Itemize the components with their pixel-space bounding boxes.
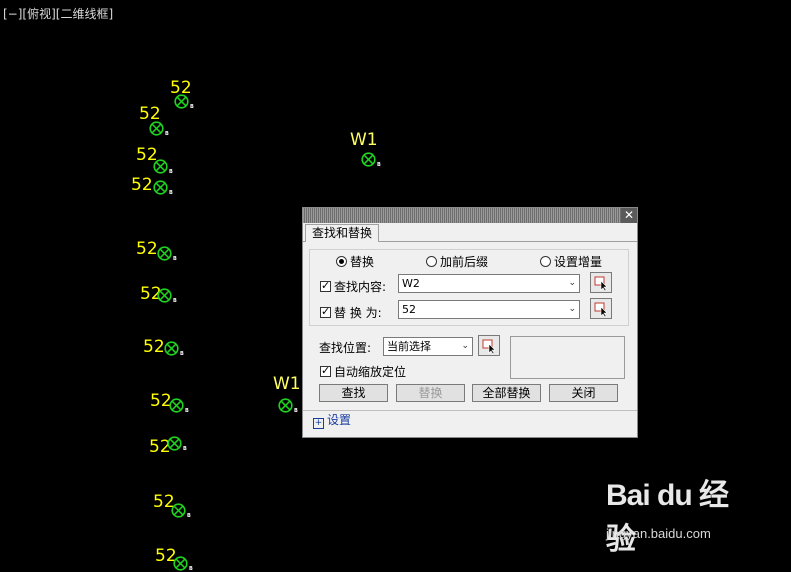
checkbox-icon	[320, 305, 331, 318]
replace-with-checkbox[interactable]: 替 换 为:	[320, 304, 382, 321]
lamp-sub-mark: B	[190, 104, 194, 110]
lamp-symbol-icon	[157, 288, 172, 303]
find-content-label: 查找内容:	[334, 280, 387, 294]
select-objects-button[interactable]	[478, 335, 500, 356]
checkbox-icon	[320, 279, 331, 292]
settings-expander[interactable]: + 设置	[303, 410, 637, 429]
lamp-sub-mark: B	[169, 169, 173, 175]
find-button[interactable]: 查找	[319, 384, 388, 402]
lamp-sub-mark: B	[173, 298, 177, 304]
replace-with-label: 替 换 为:	[334, 306, 382, 320]
chevron-down-icon[interactable]: ⌄	[568, 275, 576, 292]
find-content-checkbox[interactable]: 查找内容:	[320, 278, 386, 295]
replace-all-button[interactable]: 全部替换	[472, 384, 541, 402]
dialog-titlebar[interactable]: ✕	[303, 208, 637, 223]
radio-dot-icon	[336, 256, 347, 267]
chevron-down-icon[interactable]: ⌄	[568, 301, 576, 318]
radio-increment-label: 设置增量	[554, 255, 603, 269]
lamp-symbol-icon	[173, 556, 188, 571]
close-button[interactable]: 关闭	[549, 384, 618, 402]
lamp-symbol-icon	[167, 436, 182, 451]
lamp-sub-mark: B	[294, 408, 298, 414]
lamp-symbol-icon	[169, 398, 184, 413]
cad-text-52: 52	[136, 239, 158, 259]
lamp-sub-mark: B	[173, 256, 177, 262]
tab-row: 查找和替换	[303, 223, 637, 242]
radio-prefix-suffix[interactable]: 加前后缀	[426, 253, 488, 270]
baidu-jingyan-watermark: Bai du 经验 jingyan.baidu.com	[606, 470, 756, 556]
lamp-symbol-icon	[171, 503, 186, 518]
auto-zoom-label: 自动缩放定位	[334, 365, 407, 379]
lamp-sub-mark: B	[183, 446, 187, 452]
lamp-sub-mark: B	[187, 513, 191, 519]
location-value: 当前选择	[387, 340, 431, 353]
lamp-sub-mark: B	[377, 162, 381, 168]
lamp-symbol-icon	[157, 246, 172, 261]
radio-replace-label: 替换	[350, 255, 375, 269]
radio-prefix-suffix-label: 加前后缀	[440, 255, 489, 269]
lamp-symbol-icon	[361, 152, 376, 167]
location-select[interactable]: 当前选择 ⌄	[383, 337, 473, 356]
find-replace-dialog: ✕ 查找和替换 替换 加前后缀 设置增量 查找内容: W2 ⌄ 替 换 为: 5…	[302, 207, 638, 438]
tab-find-replace[interactable]: 查找和替换	[305, 224, 380, 242]
pick-cursor-icon	[482, 339, 496, 354]
pick-object-button[interactable]	[590, 298, 612, 319]
checkbox-icon	[320, 364, 331, 377]
cad-text-w1: W1	[350, 130, 378, 150]
lamp-sub-mark: B	[169, 190, 173, 196]
find-content-value: W2	[402, 277, 420, 290]
cad-text-w1: W1	[273, 374, 301, 394]
cad-text-52: 52	[131, 175, 153, 195]
lamp-symbol-icon	[278, 398, 293, 413]
cad-text-52: 52	[143, 337, 165, 357]
pick-cursor-icon	[594, 276, 608, 291]
plus-icon: +	[313, 418, 324, 429]
lamp-sub-mark: B	[185, 408, 189, 414]
settings-label: 设置	[327, 413, 352, 427]
lamp-symbol-icon	[164, 341, 179, 356]
radio-dot-icon	[426, 256, 437, 267]
chevron-down-icon[interactable]: ⌄	[461, 338, 469, 355]
lamp-sub-mark: B	[180, 351, 184, 357]
lamp-sub-mark: B	[189, 566, 193, 572]
find-content-input[interactable]: W2 ⌄	[398, 274, 580, 293]
radio-replace[interactable]: 替换	[336, 253, 374, 270]
lamp-symbol-icon	[174, 94, 189, 109]
watermark-logo-text: Bai du 经验	[606, 479, 729, 556]
replace-button[interactable]: 替换	[396, 384, 465, 402]
radio-dot-icon	[540, 256, 551, 267]
replace-with-input[interactable]: 52 ⌄	[398, 300, 580, 319]
auto-zoom-checkbox[interactable]: 自动缩放定位	[320, 363, 406, 380]
lamp-symbol-icon	[149, 121, 164, 136]
watermark-url: jingyan.baidu.com	[606, 526, 711, 541]
lamp-symbol-icon	[153, 159, 168, 174]
preview-panel	[510, 336, 625, 379]
close-icon[interactable]: ✕	[621, 208, 637, 223]
radio-increment[interactable]: 设置增量	[540, 253, 602, 270]
pick-object-button[interactable]	[590, 272, 612, 293]
replace-with-value: 52	[402, 303, 416, 316]
lamp-sub-mark: B	[165, 131, 169, 137]
pick-cursor-icon	[594, 302, 608, 317]
location-label: 查找位置:	[319, 341, 372, 355]
viewport-label[interactable]: [−][俯视][二维线框]	[3, 5, 113, 22]
lamp-symbol-icon	[153, 180, 168, 195]
